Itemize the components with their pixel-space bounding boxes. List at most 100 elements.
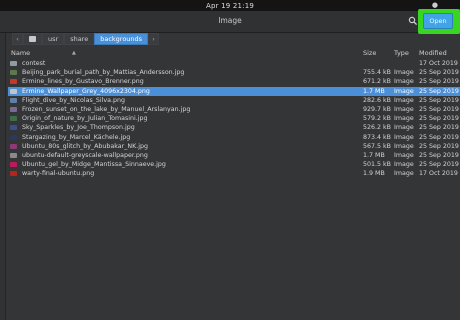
file-size: 579.2 kB xyxy=(363,115,391,123)
file-modified: 25 Sep 2019 xyxy=(419,78,459,86)
file-name: Ubuntu_gel_by_Midge_Mantissa_Sinnaeve.jp… xyxy=(22,161,166,169)
file-modified: 25 Sep 2019 xyxy=(419,142,459,150)
file-size: 1.7 MB xyxy=(363,151,385,159)
file-row[interactable]: Sky_Sparkles_by_Joe_Thompson.jpg 526.2 kB… xyxy=(8,123,460,132)
path-root-button[interactable] xyxy=(23,33,42,45)
search-icon[interactable] xyxy=(408,16,418,26)
column-name[interactable]: Name xyxy=(11,49,30,57)
file-size: 526.2 kB xyxy=(363,124,391,132)
image-icon xyxy=(10,171,17,177)
path-back-button[interactable]: ‹ xyxy=(12,33,23,45)
file-modified: 25 Sep 2019 xyxy=(419,87,459,95)
drive-icon xyxy=(29,36,36,42)
file-type: Image xyxy=(394,105,414,113)
file-row[interactable]: Stargazing_by_Marcel_Kächele.jpg 873.4 kB… xyxy=(8,133,460,142)
file-row[interactable]: Ermine_Wallpaper_Grey_4096x2304.png 1.7 M… xyxy=(8,86,460,96)
path-segment-backgrounds[interactable]: backgrounds xyxy=(94,33,149,45)
file-chooser-dialog: Image Open ‹ usr share backgrounds › Nam… xyxy=(0,9,460,320)
file-size: 929.7 kB xyxy=(363,105,391,113)
file-row[interactable]: Flight_dive_by_Nicolas_Silva.png 282.6 kB… xyxy=(8,96,460,105)
image-icon xyxy=(10,79,17,85)
file-row[interactable]: Ermine_lines_by_Gustavo_Brenner.png 671.2… xyxy=(8,77,460,86)
file-modified: 17 Oct 2019 xyxy=(419,170,458,178)
file-size: 755.4 kB xyxy=(363,69,391,77)
column-type[interactable]: Type xyxy=(394,49,409,57)
file-type: Image xyxy=(394,133,414,141)
file-name: Ubuntu_80s_glitch_by_Abubakar_NK.jpg xyxy=(22,142,148,150)
image-icon xyxy=(10,70,17,76)
system-top-bar: Apr 19 21:19 ● xyxy=(0,0,460,11)
file-modified: 25 Sep 2019 xyxy=(419,96,459,104)
file-size: 501.5 kB xyxy=(363,161,391,169)
image-icon xyxy=(10,116,17,122)
path-segment-share[interactable]: share xyxy=(64,33,95,45)
image-icon xyxy=(10,106,17,112)
header-bar: Image Open xyxy=(0,9,460,34)
path-bar: ‹ usr share backgrounds › xyxy=(12,32,160,46)
open-button[interactable]: Open xyxy=(423,13,453,29)
file-size: 873.4 kB xyxy=(363,133,391,141)
file-row[interactable]: warty-final-ubuntu.png 1.9 MB Image 17 Oct … xyxy=(8,169,460,178)
file-type: Image xyxy=(394,124,414,132)
file-name: contest xyxy=(22,60,46,67)
file-list: contest 17 Oct 2019 Beijing_park_burial_pa… xyxy=(8,59,460,178)
sort-ascending-icon: ▲ xyxy=(72,50,76,56)
file-modified: 25 Sep 2019 xyxy=(419,105,459,113)
file-row[interactable]: contest 17 Oct 2019 xyxy=(8,59,460,68)
file-name: Flight_dive_by_Nicolas_Silva.png xyxy=(22,96,125,104)
open-button-highlight: Open xyxy=(418,9,460,34)
image-icon xyxy=(10,97,17,103)
file-type: Image xyxy=(394,69,414,77)
file-row[interactable]: Frozen_sunset_on_the_lake_by_Manuel_Arsl… xyxy=(8,105,460,114)
file-name: Origin_of_nature_by_Julian_Tomasini.jpg xyxy=(22,115,148,123)
file-type: Image xyxy=(394,78,414,86)
file-row[interactable]: ubuntu-default-greyscale-wallpaper.png 1.… xyxy=(8,151,460,160)
places-sidebar[interactable] xyxy=(0,33,6,320)
file-type: Image xyxy=(394,96,414,104)
file-modified: 25 Sep 2019 xyxy=(419,124,459,132)
file-type: Image xyxy=(394,115,414,123)
column-headers: Name ▲ Size Type Modified xyxy=(8,48,460,58)
file-type: Image xyxy=(394,151,414,159)
image-icon xyxy=(10,162,17,168)
power-menu-icon[interactable]: ● xyxy=(432,1,438,9)
file-modified: 25 Sep 2019 xyxy=(419,133,459,141)
file-row[interactable]: Ubuntu_gel_by_Midge_Mantissa_Sinnaeve.jp… xyxy=(8,160,460,169)
file-name: Ermine_Wallpaper_Grey_4096x2304.png xyxy=(22,87,150,95)
chevron-left-icon: ‹ xyxy=(16,35,19,43)
path-forward-button[interactable]: › xyxy=(148,33,160,45)
file-modified: 17 Oct 2019 xyxy=(419,60,458,67)
file-modified: 25 Sep 2019 xyxy=(419,151,459,159)
file-size: 1.7 MB xyxy=(363,87,385,95)
file-row[interactable]: Beijing_park_burial_path_by_Mattias_Ande… xyxy=(8,68,460,77)
image-icon xyxy=(10,143,17,149)
file-name: ubuntu-default-greyscale-wallpaper.png xyxy=(22,151,148,159)
clock[interactable]: Apr 19 21:19 xyxy=(206,2,254,10)
file-type: Image xyxy=(394,161,414,169)
file-name: Sky_Sparkles_by_Joe_Thompson.jpg xyxy=(22,124,135,132)
file-name: Stargazing_by_Marcel_Kächele.jpg xyxy=(22,133,131,141)
file-name: Ermine_lines_by_Gustavo_Brenner.png xyxy=(22,78,144,86)
file-modified: 25 Sep 2019 xyxy=(419,161,459,169)
file-size: 1.9 MB xyxy=(363,170,385,178)
folder-icon xyxy=(10,61,17,66)
file-size: 567.5 kB xyxy=(363,142,391,150)
file-name: Beijing_park_burial_path_by_Mattias_Ande… xyxy=(22,69,185,77)
image-icon xyxy=(10,88,17,94)
file-name: warty-final-ubuntu.png xyxy=(22,170,95,178)
file-row[interactable]: Ubuntu_80s_glitch_by_Abubakar_NK.jpg 567.… xyxy=(8,142,460,151)
chevron-right-icon: › xyxy=(152,35,155,43)
file-size: 282.6 kB xyxy=(363,96,391,104)
file-name: Frozen_sunset_on_the_lake_by_Manuel_Arsl… xyxy=(22,105,191,113)
image-icon xyxy=(10,134,17,140)
dialog-title: Image xyxy=(218,16,242,25)
file-modified: 25 Sep 2019 xyxy=(419,115,459,123)
file-type: Image xyxy=(394,87,414,95)
column-modified[interactable]: Modified xyxy=(419,49,447,57)
path-segment-usr[interactable]: usr xyxy=(42,33,65,45)
image-icon xyxy=(10,152,17,158)
file-type: Image xyxy=(394,170,414,178)
file-size: 671.2 kB xyxy=(363,78,391,86)
column-size[interactable]: Size xyxy=(363,49,376,57)
file-row[interactable]: Origin_of_nature_by_Julian_Tomasini.jpg 5… xyxy=(8,114,460,123)
